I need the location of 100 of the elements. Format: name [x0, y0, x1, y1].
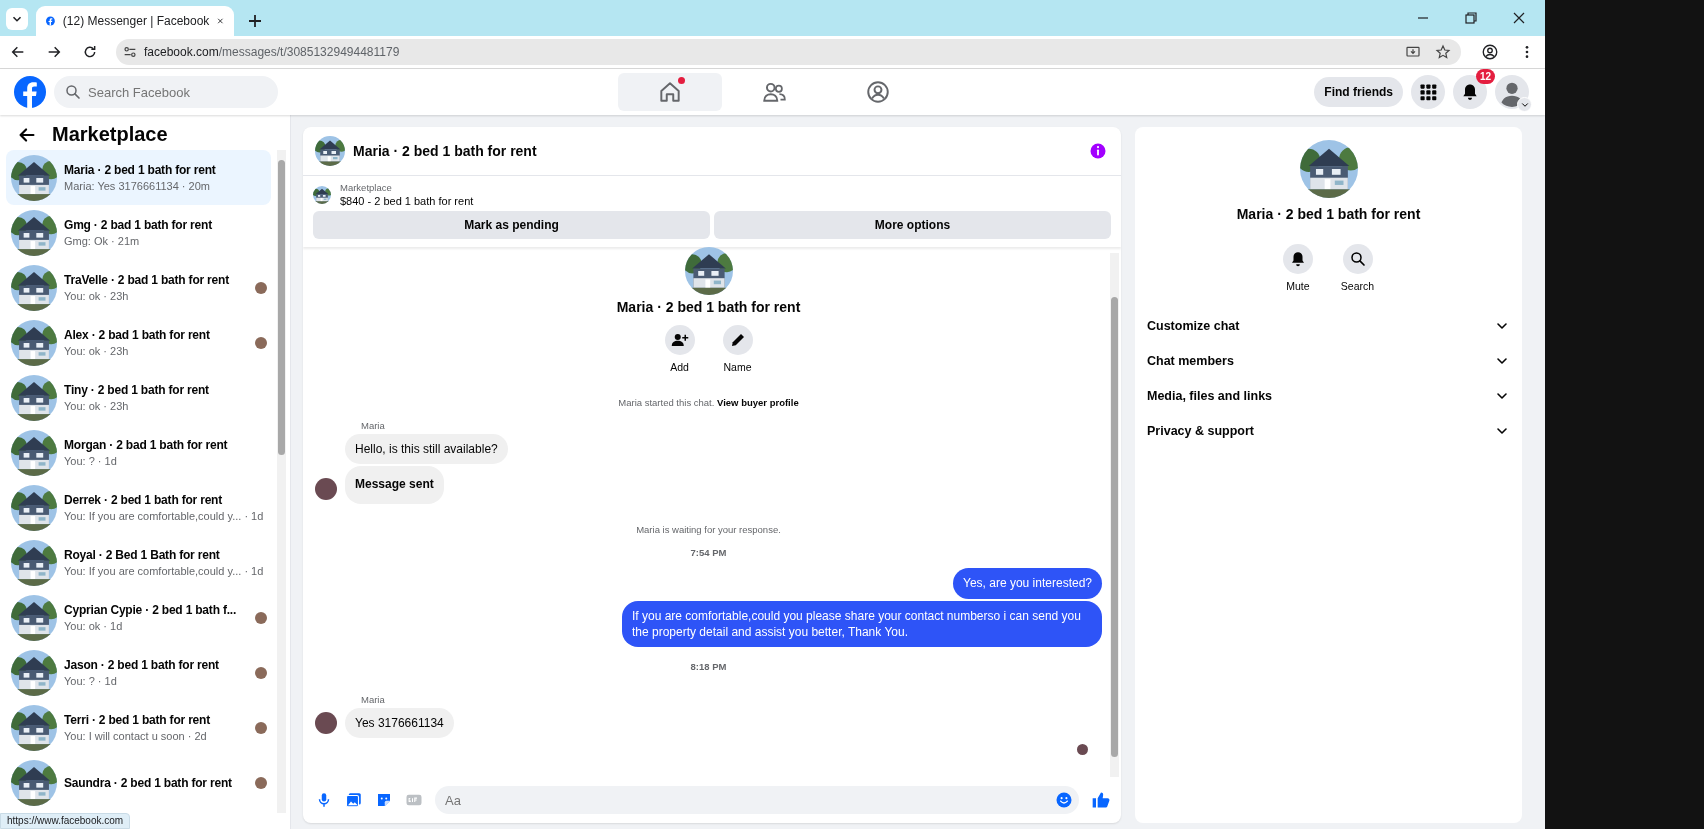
message-preview: You: ? · 1d: [64, 675, 118, 687]
address-bar[interactable]: facebook.com/messages/t/30851329494481179: [116, 39, 1461, 65]
section-item[interactable]: Customize chat: [1135, 308, 1522, 343]
star-icon[interactable]: [1435, 44, 1451, 60]
message-bubble: If you are comfortable,could you please share your contact numberso i can send you the property detail and assist you better, Thank You.: [622, 600, 1102, 647]
timestamp: 7:54 PM: [689, 547, 728, 559]
conversation-title: Maria · 2 bed 1 bath for rent: [1236, 206, 1421, 222]
conversation-title: Royal · 2 Bed 1 Bath for rent: [64, 548, 221, 562]
install-app-icon[interactable]: [1405, 44, 1421, 60]
conversation-title: Tiny · 2 bed 1 bath for rent: [64, 383, 210, 397]
profile-icon[interactable]: [1481, 43, 1499, 61]
section-label: Chat members: [1147, 353, 1234, 368]
chat-title: Maria · 2 bed 1 bath for rent: [353, 143, 538, 159]
section-item[interactable]: Chat members: [1135, 343, 1522, 378]
close-icon[interactable]: [1513, 12, 1525, 24]
message-bubble: Yes 3176661134: [345, 707, 454, 739]
conversation-title: Cyprian Cypie · 2 bed 1 bath f...: [64, 603, 238, 617]
plus-icon[interactable]: [248, 14, 262, 28]
action-label: Name: [723, 361, 752, 373]
listing-button[interactable]: Mark as pending: [313, 211, 710, 239]
add-person-icon: [670, 331, 689, 349]
conversation-item[interactable]: Maria · 2 bed 1 bath for rent Maria: Yes 3176661134 · 20m: [6, 150, 271, 205]
action-label: Mute: [1286, 280, 1310, 292]
find-friends-button[interactable]: Find friends: [1314, 77, 1403, 107]
conversation-title: Alex · 2 bad 1 bath for rent: [64, 328, 211, 342]
chat-notice: Maria started this chat. View buyer profile: [618, 397, 799, 408]
conversation-title: Terri · 2 bed 1 bath for rent: [64, 713, 211, 727]
buyer-profile-link[interactable]: View buyer profile: [717, 397, 799, 408]
message-preview: You: ok · 23h: [64, 400, 130, 412]
nav-tab[interactable]: [618, 73, 722, 111]
site-settings-button[interactable]: [122, 44, 138, 60]
conversation-item[interactable]: Cyprian Cypie · 2 bed 1 bath f... You: ok · 1d: [6, 590, 271, 645]
conversation-item[interactable]: Derrek · 2 bed 1 bath for rent You: If you are comfortable,could y... · 1d: [6, 480, 271, 535]
search-button[interactable]: [1342, 244, 1373, 274]
search-field[interactable]: Search Facebook: [54, 76, 278, 108]
conversation-item[interactable]: Jason · 2 bed 1 bath for rent You: ? · 1d: [6, 645, 271, 700]
info-icon[interactable]: [1089, 142, 1107, 160]
section-label: Media, files and links: [1147, 388, 1273, 403]
search-icon: [1348, 250, 1367, 268]
message-preview: You: If you are comfortable,could y... · 1d: [64, 510, 265, 522]
conversation-item[interactable]: Morgan · 2 bad 1 bath for rent You: ? · 1d: [6, 425, 271, 480]
conversation-title: Gmg · 2 bad 1 bath for rent: [64, 218, 213, 232]
conversation-item[interactable]: Terri · 2 bed 1 bath for rent You: I will contact u soon · 2d: [6, 700, 271, 755]
url-text: facebook.com/messages/t/30851329494481179: [144, 45, 401, 59]
scrollbar[interactable]: [1110, 253, 1119, 777]
conversation-item[interactable]: Tiny · 2 bed 1 bath for rent You: ok · 23h: [6, 370, 271, 425]
status-message: Maria is waiting for your response.: [635, 524, 782, 536]
timestamp: 8:18 PM: [689, 660, 728, 672]
section-item[interactable]: Media, files and links: [1135, 378, 1522, 413]
sticker-icon[interactable]: [375, 791, 393, 809]
status-url: https://www.facebook.com: [0, 813, 131, 829]
smiley-icon[interactable]: [1055, 791, 1073, 809]
section-item[interactable]: Privacy & support: [1135, 413, 1522, 448]
notification-count: 12: [1475, 69, 1495, 84]
mute-button[interactable]: [1282, 244, 1313, 274]
message-bubble: Hello, is this still available?: [345, 434, 508, 465]
message-preview: You: I will contact u soon · 2d: [64, 730, 208, 742]
thumbs-up-icon[interactable]: [1091, 790, 1111, 810]
facebook-logo-icon[interactable]: [14, 76, 46, 108]
menu-button[interactable]: [1411, 75, 1445, 109]
listing-label: Marketplace: [340, 182, 393, 193]
conversation-title: Maria · 2 bed 1 bath for rent: [64, 163, 217, 177]
sidebar-title: Marketplace: [52, 123, 168, 146]
grid-icon: [1418, 82, 1438, 102]
message-preview: You: ok · 1d: [64, 620, 124, 632]
conversation-title: Maria · 2 bed 1 bath for rent: [616, 299, 801, 315]
restore-icon[interactable]: [1465, 12, 1477, 24]
chevron-down-icon: [1517, 97, 1532, 112]
account-button[interactable]: [1495, 75, 1529, 109]
person-circle-icon: [865, 79, 891, 105]
message-field[interactable]: Aa: [435, 786, 1079, 814]
image-icon[interactable]: [345, 791, 363, 809]
message-preview: Maria: Yes 3176661134 · 20m: [64, 180, 211, 192]
search-icon: [64, 83, 82, 101]
tab-title: (12) Messenger | Facebook: [62, 14, 210, 28]
conversation-title: Saundra · 2 bed 1 bath for rent: [64, 775, 233, 790]
action-label: Add: [670, 361, 689, 373]
conversation-title: Morgan · 2 bad 1 bath for rent: [64, 438, 229, 452]
back-arrow-icon[interactable]: [10, 44, 26, 60]
reload-icon[interactable]: [82, 44, 98, 60]
sliders-icon: [122, 44, 138, 60]
listing-button[interactable]: More options: [714, 211, 1111, 239]
message-preview: You: ? · 1d: [64, 455, 118, 467]
section-label: Customize chat: [1147, 318, 1240, 333]
message-preview: You: ok · 23h: [64, 345, 130, 357]
message-preview: You: ok · 23h: [64, 290, 130, 302]
browser-tab[interactable]: (12) Messenger | Facebook: [36, 6, 234, 36]
forward-arrow-icon[interactable]: [46, 44, 62, 60]
add-button[interactable]: [664, 325, 695, 355]
conversation-item[interactable]: Saundra · 2 bed 1 bath for rent: [6, 755, 271, 810]
conversation-item[interactable]: Royal · 2 Bed 1 Bath for rent You: If you are comfortable,could y... · 1d: [6, 535, 271, 590]
action-label: Search: [1340, 280, 1375, 292]
conversation-item[interactable]: Alex · 2 bad 1 bath for rent You: ok · 23h: [6, 315, 271, 370]
conversation-item[interactable]: TraVelle · 2 bad 1 bath for rent You: ok · 23h: [6, 260, 271, 315]
conversation-item[interactable]: Gmg · 2 bad 1 bath for rent Gmg: Ok · 21m: [6, 205, 271, 260]
conversation-title: Jason · 2 bed 1 bath for rent: [64, 658, 220, 672]
tab-search-button[interactable]: [6, 8, 28, 30]
scrollbar[interactable]: [277, 150, 286, 813]
name-button[interactable]: [722, 325, 753, 355]
message-preview: Gmg: Ok · 21m: [64, 235, 141, 247]
